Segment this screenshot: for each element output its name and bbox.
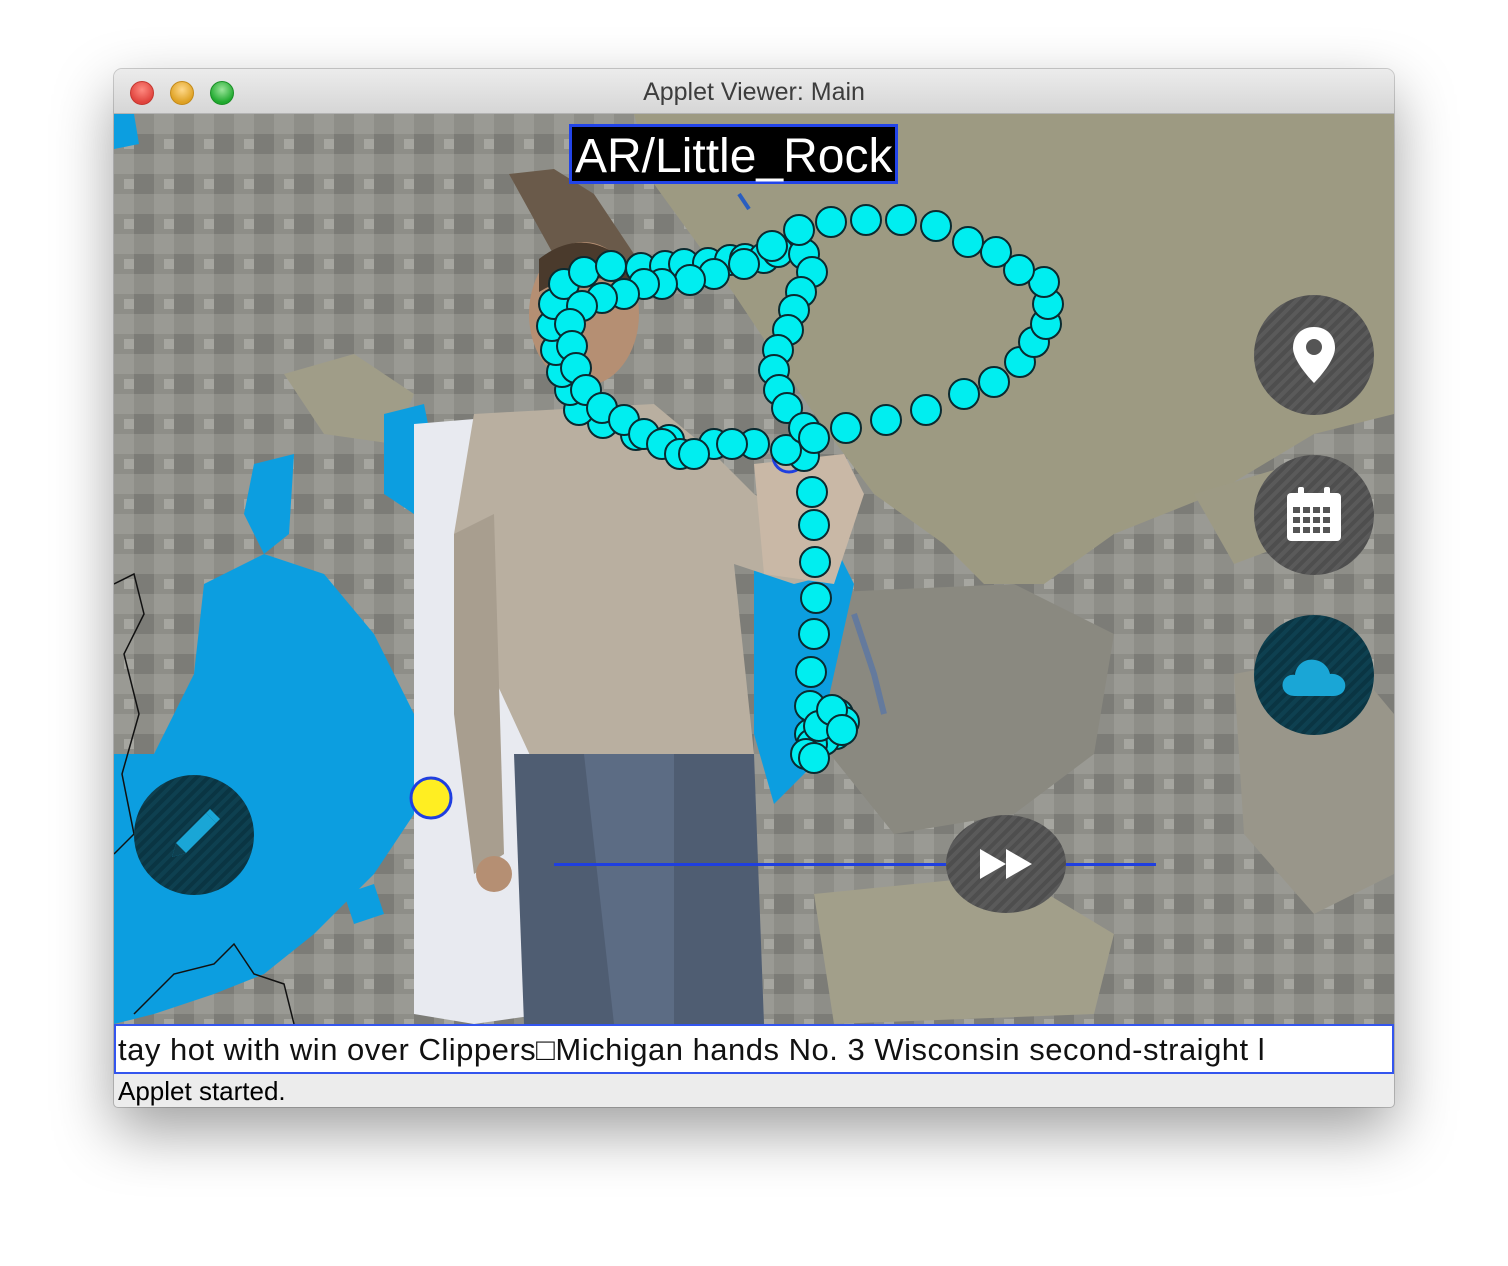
trail-point — [826, 714, 858, 746]
trail-point — [800, 582, 832, 614]
radar-map-background — [114, 114, 1394, 1024]
trail-point — [798, 509, 830, 541]
trail-point — [674, 264, 706, 296]
trail-point — [815, 206, 847, 238]
location-label: AR/Little_Rock — [569, 124, 899, 184]
trail-point — [595, 250, 627, 282]
trail-point — [568, 256, 600, 288]
fast-forward-icon — [980, 849, 1032, 879]
trail-point — [870, 404, 902, 436]
trail-point — [783, 214, 815, 246]
window-title: Applet Viewer: Main — [643, 78, 865, 106]
status-bar-text: Applet started. — [118, 1076, 286, 1106]
trail-point — [952, 226, 984, 258]
pencil-icon — [172, 809, 220, 857]
trail-point — [978, 366, 1010, 398]
trail-point — [756, 230, 788, 262]
playback-button[interactable] — [946, 815, 1066, 913]
ticker-text: tay hot with win over Clippers□Michigan … — [118, 1032, 1266, 1067]
weather-map-canvas[interactable]: AR/Little_Rock — [114, 114, 1394, 1024]
trail-point — [799, 546, 831, 578]
trail-point — [798, 618, 830, 650]
trail-point — [980, 236, 1012, 268]
trail-point — [850, 204, 882, 236]
title-bar: Applet Viewer: Main — [114, 69, 1394, 114]
calendar-icon — [1287, 487, 1341, 541]
trail-point — [796, 476, 828, 508]
trail-point — [948, 378, 980, 410]
trail-point — [678, 438, 710, 470]
draw-button[interactable] — [134, 775, 254, 895]
trail-point — [795, 656, 827, 688]
trail-point — [910, 394, 942, 426]
map-pin-icon — [1293, 327, 1335, 383]
trail-point — [830, 412, 862, 444]
trail-point — [885, 204, 917, 236]
trail-point — [798, 422, 830, 454]
trail-point — [728, 248, 760, 280]
weather-layer-button[interactable] — [1254, 615, 1374, 735]
trail-point — [716, 428, 748, 460]
cursor-marker — [409, 776, 453, 820]
calendar-button[interactable] — [1254, 455, 1374, 575]
location-button[interactable] — [1254, 295, 1374, 415]
news-ticker: tay hot with win over Clippers□Michigan … — [114, 1024, 1394, 1074]
cloud-icon — [1282, 659, 1346, 696]
trail-point — [798, 742, 830, 774]
applet-window: Applet Viewer: Main AR/Little_Rock tay h… — [114, 69, 1394, 1107]
trail-point — [920, 210, 952, 242]
